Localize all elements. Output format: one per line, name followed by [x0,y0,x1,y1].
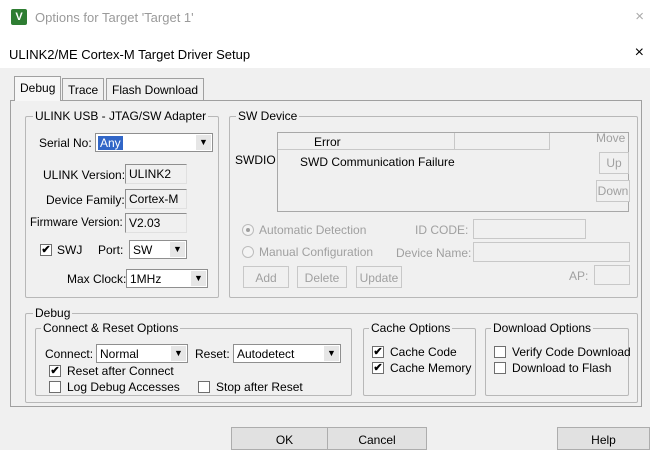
debug-group-legend: Debug [33,306,73,320]
add-button[interactable]: Add [243,266,289,288]
serial-no-value: Any [98,136,123,150]
ok-button[interactable]: OK [231,427,338,450]
download-options-legend: Download Options [491,321,594,335]
id-code-label: ID CODE: [415,223,469,237]
firmware-version-label: Firmware Version: [30,217,123,229]
tab-flash-download[interactable]: Flash Download [106,78,205,100]
serial-no-select[interactable]: Any ▼ [95,133,213,152]
port-label: Port: [98,243,124,257]
move-label: Move [596,131,626,145]
reset-label: Reset: [195,347,230,361]
max-clock-select[interactable]: 1MHz ▼ [126,269,208,288]
connect-value: Normal [100,347,139,361]
ulink-version-field: ULINK2 [125,164,187,184]
download-to-flash-label: Download to Flash [512,361,612,375]
chevron-down-icon: ▼ [171,346,186,361]
tab-debug[interactable]: Debug [14,76,62,101]
reset-select[interactable]: Autodetect ▼ [233,344,341,363]
cache-memory-label: Cache Memory [390,361,472,375]
chevron-down-icon: ▼ [196,135,211,150]
tab-trace[interactable]: Trace [62,78,105,100]
move-up-button[interactable]: Up [599,152,629,174]
manual-configuration-label: Manual Configuration [259,245,374,259]
download-to-flash-checkbox[interactable] [494,362,506,374]
stop-after-reset-checkbox[interactable] [198,381,210,393]
reset-after-connect-checkbox[interactable]: ✔ [49,365,61,377]
background-window-title: Options for Target 'Target 1' [35,10,194,25]
adapter-group-legend: ULINK USB - JTAG/SW Adapter [33,109,209,123]
sw-device-table[interactable]: Error SWD Communication Failure [277,132,629,212]
cache-code-checkbox[interactable]: ✔ [372,346,384,358]
column-header-empty [455,133,550,150]
swj-checkbox[interactable]: ✔ [40,244,52,256]
connect-select[interactable]: Normal ▼ [96,344,188,363]
swdio-label: SWDIO [235,153,276,167]
move-down-button[interactable]: Down [596,180,630,202]
max-clock-label: Max Clock: [67,272,127,286]
delete-button[interactable]: Delete [297,266,347,288]
device-family-label: Device Family: [46,193,125,207]
connect-reset-legend: Connect & Reset Options [41,321,181,335]
cache-memory-checkbox[interactable]: ✔ [372,362,384,374]
id-code-field[interactable] [473,219,586,239]
port-value: SW [133,243,153,257]
ulink-version-label: ULINK Version: [43,168,126,182]
firmware-version-field: V2.03 [125,213,187,233]
connect-label: Connect: [45,347,94,361]
swj-label: SWJ [57,243,83,257]
help-button[interactable]: Help [557,427,650,450]
uvision-app-icon: V [11,9,27,25]
device-name-label: Device Name: [396,246,472,260]
background-close-icon[interactable]: × [635,8,644,25]
automatic-detection-radio[interactable] [242,224,254,236]
log-debug-accesses-checkbox[interactable] [49,381,61,393]
device-name-field[interactable] [473,242,630,262]
reset-value: Autodetect [237,347,295,361]
cache-options-legend: Cache Options [369,321,453,335]
cache-code-label: Cache Code [390,345,457,359]
verify-code-download-checkbox[interactable] [494,346,506,358]
verify-code-download-label: Verify Code Download [512,345,631,359]
ap-field[interactable] [594,265,630,285]
dialog-title: ULINK2/ME Cortex-M Target Driver Setup [9,47,251,62]
port-select[interactable]: SW ▼ [129,240,187,259]
sw-device-legend: SW Device [236,109,300,123]
ap-label: AP: [569,269,589,283]
update-button[interactable]: Update [356,266,402,288]
stop-after-reset-label: Stop after Reset [216,380,303,394]
automatic-detection-label: Automatic Detection [259,223,367,237]
log-debug-accesses-label: Log Debug Accesses [67,380,180,394]
chevron-down-icon: ▼ [324,346,339,361]
chevron-down-icon: ▼ [191,271,206,286]
cancel-button[interactable]: Cancel [327,427,427,450]
max-clock-value: 1MHz [130,272,162,286]
manual-configuration-radio[interactable] [242,246,254,258]
reset-after-connect-label: Reset after Connect [67,364,174,378]
device-family-field: Cortex-M [125,189,187,209]
chevron-down-icon: ▼ [170,242,185,257]
table-cell-error[interactable]: SWD Communication Failure [300,155,455,169]
column-header-error: Error [278,133,455,150]
serial-no-label: Serial No: [39,136,92,150]
dialog-close-icon[interactable]: × [635,44,644,62]
